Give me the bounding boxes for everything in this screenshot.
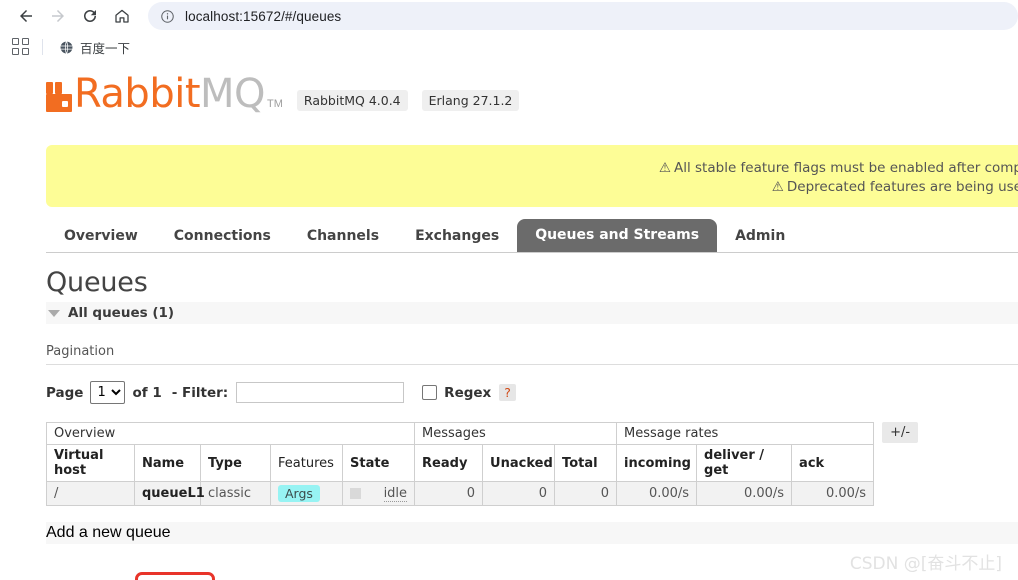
bookmark-item-baidu[interactable]: 百度一下	[53, 35, 136, 60]
add-queue-label: Add a new queue	[46, 524, 171, 541]
browser-toolbar: localhost:15672/#/queues	[0, 0, 1018, 32]
forward-arrow-icon	[52, 10, 64, 22]
tab-overview[interactable]: Overview	[46, 221, 156, 252]
all-queues-label: All queues (1)	[68, 305, 175, 321]
reload-button[interactable]	[74, 2, 106, 30]
table-column-header-row: Virtual host Name Type Features State Re…	[46, 444, 875, 482]
column-state[interactable]: State	[341, 444, 416, 482]
group-header-overview: Overview	[45, 422, 416, 445]
cell-total: 0	[554, 481, 618, 506]
site-info-icon[interactable]	[160, 9, 175, 24]
column-total[interactable]: Total	[554, 444, 618, 482]
back-arrow-icon	[20, 10, 32, 22]
page-total-label: of 1	[132, 384, 162, 401]
cell-state: idle	[341, 481, 416, 506]
regex-label: Regex	[444, 384, 492, 401]
add-queue-section-header[interactable]: Add a new queue	[46, 522, 1018, 544]
toggle-columns-button[interactable]: +/-	[882, 422, 919, 443]
regex-help-button[interactable]: ?	[499, 384, 516, 401]
column-ready[interactable]: Ready	[414, 444, 484, 482]
rabbitmq-version-badge: RabbitMQ 4.0.4	[296, 90, 408, 111]
address-bar[interactable]: localhost:15672/#/queues	[148, 2, 1018, 30]
args-badge[interactable]: Args	[278, 485, 320, 502]
page-select[interactable]: 1	[90, 381, 126, 404]
erlang-version-badge: Erlang 27.1.2	[421, 90, 520, 111]
pagination-heading: Pagination	[46, 344, 1018, 365]
logo-text-rabbit: Rabbit	[74, 71, 201, 117]
tab-admin[interactable]: Admin	[717, 221, 803, 252]
warning-triangle-icon: ⚠	[658, 160, 671, 176]
tab-channels[interactable]: Channels	[289, 221, 397, 252]
warning-line: ⚠ Deprecated features are being use	[60, 178, 1018, 197]
bookmarks-bar: 百度一下	[0, 32, 1018, 62]
column-ack[interactable]: ack	[791, 444, 875, 482]
rabbitmq-logo-icon	[46, 82, 72, 112]
state-text: idle	[383, 485, 408, 502]
state-indicator-icon	[350, 488, 361, 499]
table-group-header-row: Overview Messages Message rates	[45, 422, 875, 445]
back-button[interactable]	[10, 2, 42, 30]
home-button[interactable]	[106, 2, 138, 30]
warning-triangle-icon: ⚠	[771, 179, 784, 195]
warning-line: ⚠ All stable feature flags must be enable…	[60, 159, 1018, 178]
forward-button[interactable]	[42, 2, 74, 30]
rabbitmq-header: Rabbit MQ TM RabbitMQ 4.0.4 Erlang 27.1.…	[46, 62, 1018, 114]
cell-features: Args	[270, 481, 343, 506]
cell-unacked: 0	[482, 481, 556, 506]
column-unacked[interactable]: Unacked	[482, 444, 556, 482]
apps-grid-icon[interactable]	[12, 38, 30, 56]
watermark: CSDN @[奋斗不止]	[849, 554, 1002, 574]
warning-banner: ⚠ All stable feature flags must be enable…	[46, 145, 1018, 207]
group-header-messages: Messages	[414, 422, 618, 445]
column-virtual-host[interactable]: Virtual host	[46, 444, 135, 482]
tab-queues-and-streams[interactable]: Queues and Streams	[517, 219, 718, 252]
pagination-controls: Page 1 of 1 - Filter: Regex ?	[46, 381, 1018, 404]
warning-text: All stable feature flags must be enabled…	[674, 160, 1018, 176]
cell-virtual-host: /	[46, 481, 135, 506]
all-queues-section-header[interactable]: All queues (1)	[46, 302, 1018, 324]
apps-grid-cell	[22, 48, 29, 55]
reload-icon	[84, 10, 96, 22]
apps-grid-cell	[12, 48, 19, 55]
filter-label: - Filter:	[171, 384, 229, 401]
column-features[interactable]: Features	[270, 444, 343, 482]
caret-down-icon	[48, 309, 60, 317]
table-row[interactable]: / queueL1 classic Args idle 0 0 0 0.00/s…	[46, 481, 875, 506]
main-nav-tabs: Overview Connections Channels Exchanges …	[46, 219, 1018, 253]
globe-icon	[60, 40, 73, 54]
cell-deliver-get: 0.00/s	[696, 481, 793, 506]
url-text: localhost:15672/#/queues	[185, 8, 342, 24]
apps-grid-cell	[12, 38, 19, 45]
bookmark-divider	[42, 39, 43, 55]
cell-ack: 0.00/s	[791, 481, 875, 506]
cell-incoming: 0.00/s	[616, 481, 698, 506]
home-icon	[115, 9, 129, 23]
tab-connections[interactable]: Connections	[156, 221, 289, 252]
regex-checkbox[interactable]	[422, 385, 438, 400]
page-label: Page	[46, 384, 84, 401]
cell-queue-name[interactable]: queueL1	[134, 481, 205, 506]
page-body: Rabbit MQ TM RabbitMQ 4.0.4 Erlang 27.1.…	[0, 62, 1018, 580]
annotation-highlight-queue-name	[135, 572, 215, 580]
page-title: Queues	[46, 267, 148, 298]
warning-text: Deprecated features are being use	[786, 179, 1018, 195]
queues-table-wrapper: Overview Messages Message rates Virtual …	[45, 422, 1018, 506]
tab-exchanges[interactable]: Exchanges	[397, 221, 517, 252]
logo-text-mq: MQ	[200, 71, 266, 117]
apps-grid-cell	[22, 38, 29, 45]
queues-table: Overview Messages Message rates Virtual …	[45, 422, 875, 506]
filter-input[interactable]	[236, 382, 405, 403]
bookmark-label: 百度一下	[80, 40, 131, 56]
column-deliver-get[interactable]: deliver / get	[696, 444, 793, 482]
column-type[interactable]: Type	[200, 444, 271, 482]
logo-trademark: TM	[267, 98, 283, 110]
cell-type: classic	[200, 481, 271, 506]
column-name[interactable]: Name	[134, 444, 201, 482]
column-incoming[interactable]: incoming	[616, 444, 698, 482]
cell-ready: 0	[414, 481, 484, 506]
group-header-message-rates: Message rates	[616, 422, 875, 445]
